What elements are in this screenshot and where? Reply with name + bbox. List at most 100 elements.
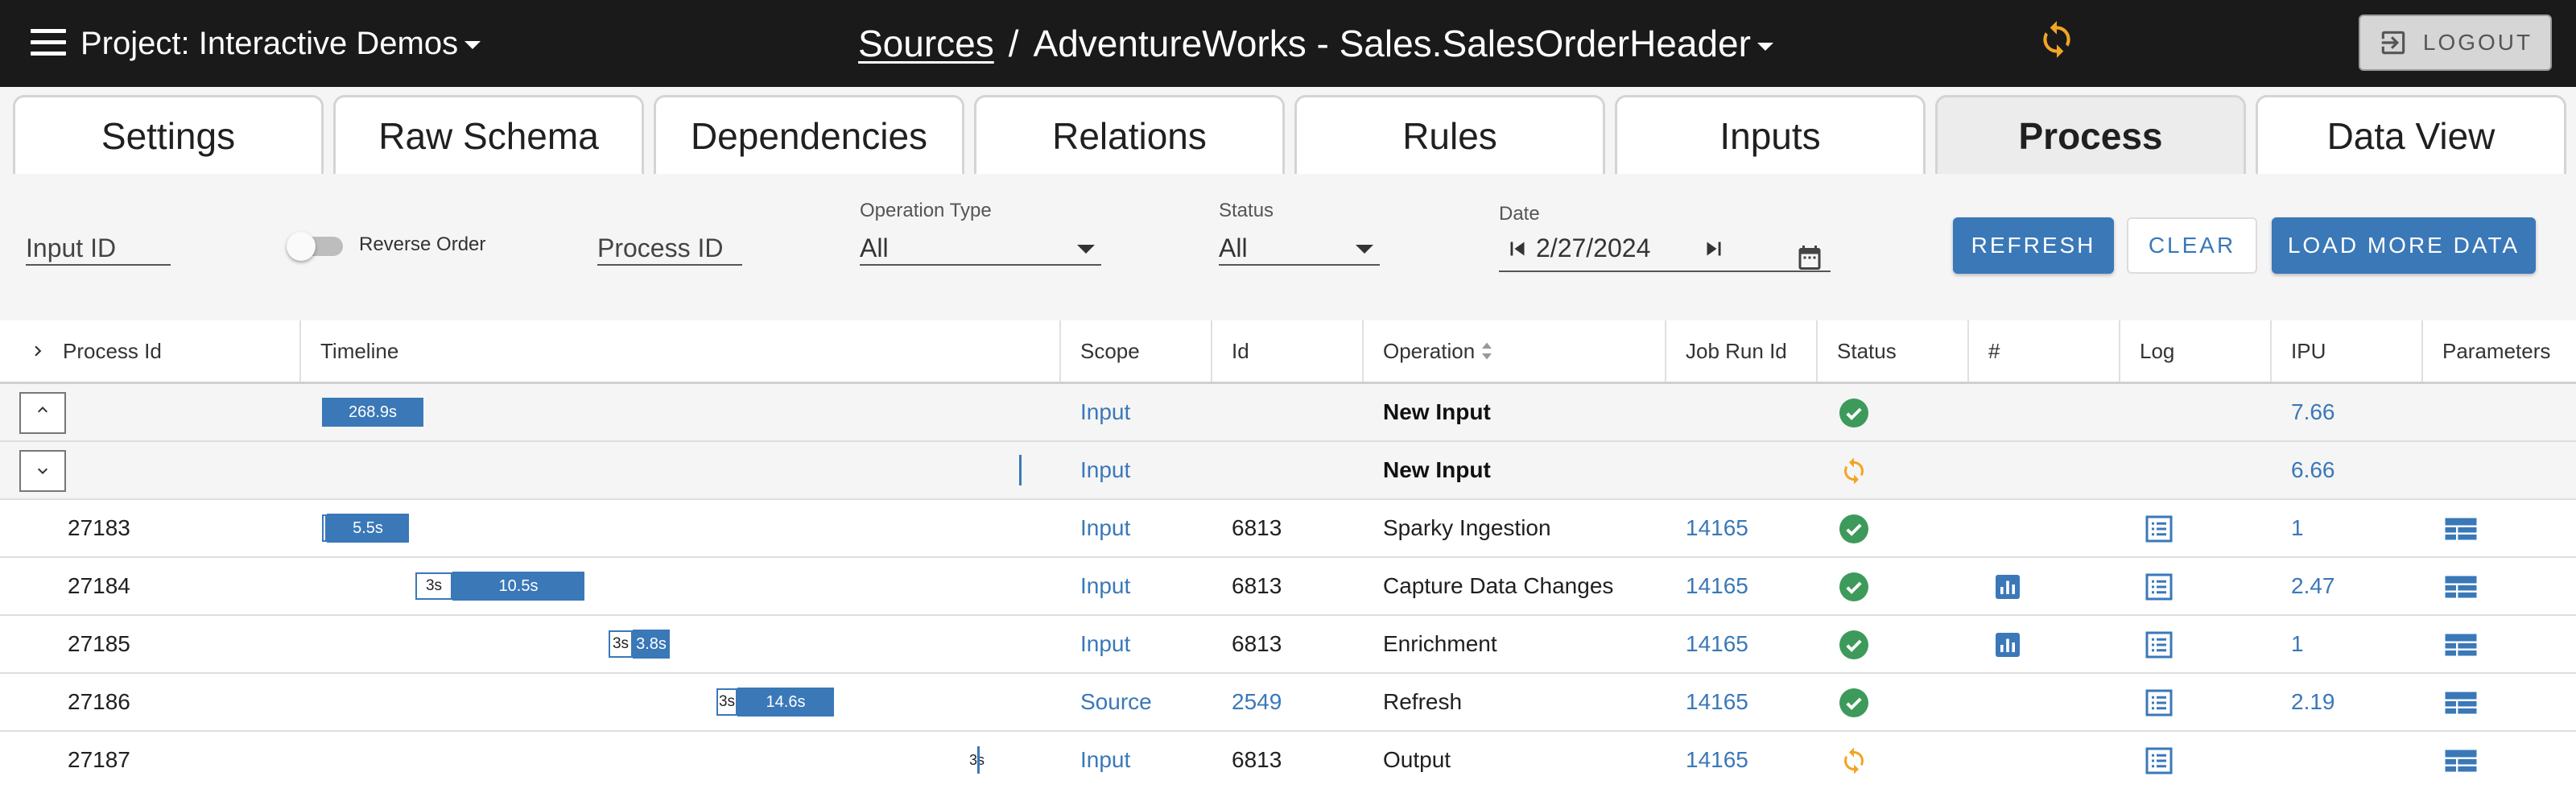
operation-name: Sparky Ingestion: [1383, 515, 1551, 540]
job-run-id-link[interactable]: 14165: [1686, 616, 1748, 672]
tab-settings[interactable]: Settings: [13, 95, 324, 174]
ipu-value[interactable]: 7.66: [2291, 384, 2335, 440]
tab-inputs[interactable]: Inputs: [1615, 95, 1926, 174]
tab-relations[interactable]: Relations: [974, 95, 1285, 174]
process-id: 27184: [68, 573, 130, 598]
scope-link[interactable]: Input: [1080, 616, 1130, 672]
process-id: 27187: [68, 747, 130, 772]
column-label: Scope: [1080, 338, 1140, 363]
parameters-table-icon[interactable]: [2444, 514, 2478, 543]
operation-name: Output: [1383, 747, 1451, 772]
column-label: Job Run Id: [1686, 338, 1787, 363]
table-header: Process Id Timeline Scope Id Operation J…: [0, 320, 2576, 384]
parameters-table-icon[interactable]: [2444, 746, 2478, 775]
sync-icon: [1844, 457, 1864, 485]
dropdown-arrow-icon: [1077, 245, 1095, 254]
ipu-value[interactable]: 1: [2291, 500, 2304, 556]
bar-chart-icon[interactable]: [1993, 572, 2022, 601]
job-run-id-link[interactable]: 14165: [1686, 558, 1748, 614]
table-row[interactable]: 27183 5.5s Input 6813 Sparky Ingestion 1…: [0, 500, 2576, 558]
column-label: IPU: [2291, 338, 2326, 363]
column-operation[interactable]: Operation: [1364, 320, 1666, 382]
expand-group-button[interactable]: [19, 450, 66, 492]
table-row[interactable]: 27184 3s 10.5s Input 6813 Capture Data C…: [0, 558, 2576, 616]
timeline-marker: [977, 746, 980, 774]
table-row-group[interactable]: Input New Input 6.66: [0, 442, 2576, 500]
scope-link[interactable]: Input: [1080, 558, 1130, 614]
logout-icon: [2381, 31, 2405, 55]
table-row[interactable]: 27185 3s 3.8s Input 6813 Enrichment 1416…: [0, 616, 2576, 674]
ipu-value[interactable]: 2.47: [2291, 558, 2335, 614]
tab-raw-schema[interactable]: Raw Schema: [333, 95, 644, 174]
status-select[interactable]: Status All: [1219, 200, 1380, 266]
tab-process[interactable]: Process: [1935, 95, 2246, 174]
date-field[interactable]: Date 2/27/2024: [1499, 203, 1831, 272]
scope-link[interactable]: Source: [1080, 674, 1152, 730]
scope-link[interactable]: Input: [1080, 442, 1130, 498]
timeline-wait-bar: 3s: [415, 572, 452, 600]
scope-link[interactable]: Input: [1080, 732, 1130, 788]
refresh-button[interactable]: REFRESH: [1953, 217, 2114, 274]
collapse-group-button[interactable]: [19, 392, 66, 434]
timeline-bar[interactable]: 5.5s: [327, 514, 409, 543]
bar-chart-icon[interactable]: [1993, 630, 2022, 659]
menu-icon[interactable]: [31, 29, 66, 56]
timeline-bar[interactable]: 10.5s: [452, 572, 584, 601]
project-label: Project:: [80, 26, 190, 61]
parameters-table-icon[interactable]: [2444, 688, 2478, 717]
job-run-id-link[interactable]: 14165: [1686, 732, 1748, 788]
chevron-up-icon: [38, 407, 47, 413]
source-selector[interactable]: AdventureWorks - Sales.SalesOrderHeader: [1034, 23, 1773, 64]
table-row[interactable]: 27187 3s Input 6813 Output 14165: [0, 732, 2576, 790]
column-log: Log: [2120, 320, 2272, 382]
project-selector[interactable]: Project: Interactive Demos: [80, 23, 481, 64]
table-row-group[interactable]: 268.9s Input New Input 7.66: [0, 384, 2576, 442]
log-list-icon[interactable]: [2145, 572, 2174, 601]
timeline-bar[interactable]: 3.8s: [633, 630, 670, 659]
log-list-icon[interactable]: [2145, 688, 2174, 717]
process-id-field[interactable]: Process ID: [597, 232, 742, 266]
table-row[interactable]: 27186 3s 14.6s Source 2549 Refresh 14165…: [0, 674, 2576, 732]
column-label: #: [1988, 338, 2000, 363]
parameters-table-icon[interactable]: [2444, 630, 2478, 659]
logout-button[interactable]: LOGOUT: [2359, 14, 2552, 71]
job-run-id-link[interactable]: 14165: [1686, 500, 1748, 556]
ipu-value[interactable]: 6.66: [2291, 442, 2335, 498]
load-more-data-button[interactable]: LOAD MORE DATA: [2272, 217, 2536, 274]
scope-link[interactable]: Input: [1080, 384, 1130, 440]
column-label: Id: [1232, 338, 1249, 363]
check-circle-icon: [1839, 688, 1868, 717]
operation-name: Capture Data Changes: [1383, 573, 1614, 598]
previous-day-icon[interactable]: [1504, 235, 1531, 262]
log-list-icon[interactable]: [2145, 514, 2174, 543]
ipu-value[interactable]: 2.19: [2291, 674, 2335, 730]
top-app-bar: Project: Interactive Demos Sources / Adven…: [0, 0, 2576, 87]
log-list-icon[interactable]: [2145, 746, 2174, 775]
timeline-bar[interactable]: 268.9s: [322, 398, 423, 427]
breadcrumb-sources-link[interactable]: Sources: [858, 23, 994, 64]
scope-link[interactable]: Input: [1080, 500, 1130, 556]
parameters-table-icon[interactable]: [2444, 572, 2478, 601]
operation-name: Refresh: [1383, 689, 1463, 714]
clear-button[interactable]: CLEAR: [2127, 217, 2257, 274]
job-run-id-link[interactable]: 14165: [1686, 674, 1748, 730]
tab-data-view[interactable]: Data View: [2256, 95, 2566, 174]
tab-dependencies[interactable]: Dependencies: [654, 95, 964, 174]
operation-type-select[interactable]: Operation Type All: [860, 200, 1101, 266]
project-name: Interactive Demos: [198, 26, 459, 61]
log-list-icon[interactable]: [2145, 630, 2174, 659]
calendar-icon[interactable]: [1795, 243, 1824, 272]
next-day-icon[interactable]: [1700, 235, 1728, 262]
ipu-value[interactable]: 1: [2291, 616, 2304, 672]
column-process-id[interactable]: Process Id: [0, 320, 301, 382]
reverse-order-toggle[interactable]: [287, 232, 346, 261]
check-circle-icon: [1839, 630, 1868, 659]
input-id-field[interactable]: Input ID: [26, 232, 171, 266]
chevron-down-icon: [38, 468, 47, 474]
timeline-bar[interactable]: 14.6s: [737, 688, 834, 717]
id-link[interactable]: 2549: [1232, 674, 1282, 730]
sort-icon[interactable]: [1480, 341, 1494, 361]
column-job-run-id: Job Run Id: [1666, 320, 1818, 382]
tab-rules[interactable]: Rules: [1294, 95, 1605, 174]
chevron-right-icon[interactable]: [27, 341, 48, 361]
